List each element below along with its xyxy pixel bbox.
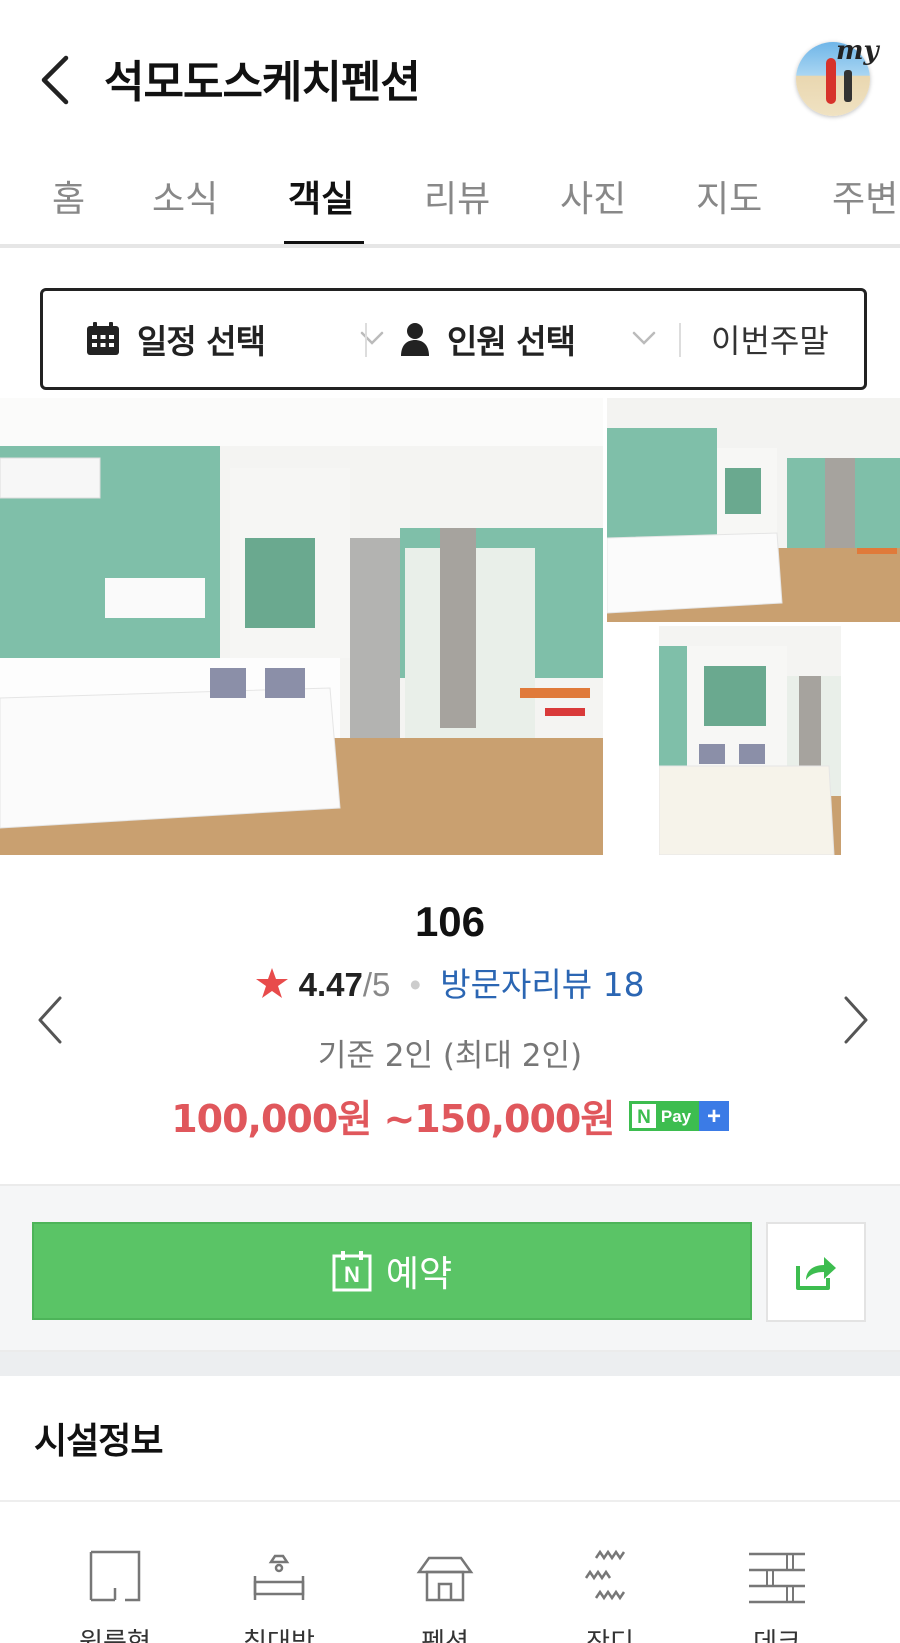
facility-bed-room: 침대방 [219,1548,339,1643]
naver-booking-icon: N [332,1251,372,1292]
this-weekend-label: 이번주말 [711,322,829,360]
room-name: 106 [414,898,486,945]
facility-label: 잔디 [586,1628,634,1643]
pension-icon [416,1556,474,1602]
facility-pension: 펜션 [385,1548,505,1643]
date-select-label: 일정 선택 [137,322,266,361]
room-capacity: 기준 2인 (최대 2인) [317,1038,583,1074]
rating-value: 4.47 [298,966,363,1003]
npay-plus-text: + [707,1103,721,1130]
header: 석모도스케치펜션 my [0,0,900,150]
chevron-down-icon [632,331,656,345]
tab-news[interactable]: 소식 [152,170,218,222]
facility-section-title: 시설정보 [34,1421,163,1462]
naver-pay-badge-icon: N Pay + [628,1100,729,1131]
people-select[interactable]: 인원 선택 [399,291,689,387]
room-photo-thumbnail-2[interactable] [659,626,841,855]
share-button[interactable] [766,1222,866,1322]
avatar-person [844,70,852,102]
share-icon [796,1257,836,1290]
people-select-label: 인원 선택 [447,322,576,361]
npay-pay-text: Pay [661,1107,692,1126]
filter-divider [365,323,367,357]
star-icon [256,968,289,998]
bed-icon [253,1554,305,1600]
lawn-icon [584,1549,626,1601]
room-photo-thumbnail-1-image [607,398,900,622]
section-separator [0,1352,900,1376]
reserve-button[interactable]: N 예약 [32,1222,752,1320]
tab-home[interactable]: 홈 [52,170,85,222]
facility-label: 펜션 [421,1628,469,1643]
facility-label: 침대방 [243,1628,315,1643]
booking-area: N 예약 [0,1184,900,1352]
tab-rooms[interactable]: 객실 [288,170,354,222]
deck-icon [749,1552,805,1604]
facility-lawn: 잔디 [550,1548,670,1643]
booking-icon-letter: N [344,1262,360,1287]
room-photo-main[interactable] [0,398,603,855]
filter-bar: 일정 선택 인원 선택 이번주말 [40,288,867,390]
npay-n-text: N [637,1107,651,1128]
tab-photos[interactable]: 사진 [560,170,626,222]
one-room-icon [89,1550,141,1602]
room-photo-thumbnail-2-image [659,626,841,855]
room-price: 100,000원 ~150,000원 [171,1097,615,1141]
chevron-down-icon [360,331,384,345]
facility-deck: 데크 [717,1548,837,1643]
section-divider [0,1500,900,1502]
tab-map[interactable]: 지도 [696,170,762,222]
tab-reviews[interactable]: 리뷰 [424,170,490,222]
filter-divider [679,323,681,357]
date-select[interactable]: 일정 선택 [85,291,395,387]
facility-label: 데크 [753,1628,801,1643]
visitor-review-link[interactable]: 방문자리뷰 18 [440,965,644,1004]
facility-one-room: 원룸형 [55,1548,175,1643]
price-row: 100,000원 ~150,000원 N Pay + [0,1088,900,1143]
tab-nearby[interactable]: 주변 [832,170,898,222]
room-photo-main-image [0,398,603,855]
rating-row: 4.47/5 • 방문자리뷰 18 [0,958,900,1006]
this-weekend-button[interactable]: 이번주말 [711,291,861,387]
facility-label: 원룸형 [79,1628,151,1643]
calendar-icon [87,322,119,355]
active-tab-indicator [284,241,364,244]
room-photo-thumbnail-1[interactable] [607,398,900,622]
my-label[interactable]: my [836,36,879,66]
page-title: 석모도스케치펜션 [104,57,421,108]
separator-dot: • [409,966,422,1003]
avatar-surfboard [826,58,836,104]
tab-bar: 홈 소식 객실 리뷰 사진 지도 주변 [0,150,900,248]
rating-max: /5 [362,966,391,1003]
reserve-button-label: 예약 [385,1254,453,1295]
person-icon [401,323,429,356]
back-arrow-icon[interactable] [36,50,76,110]
